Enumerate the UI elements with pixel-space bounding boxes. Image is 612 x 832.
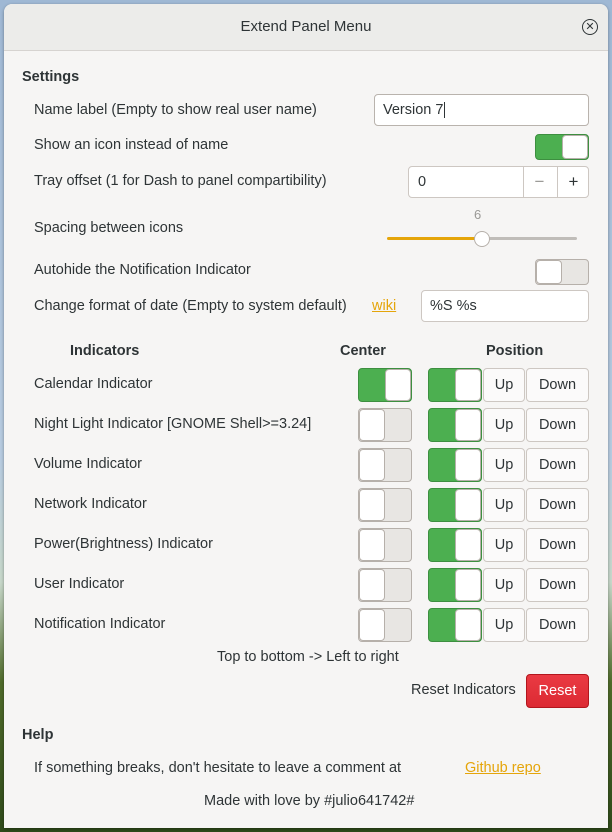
reset-button[interactable]: Reset bbox=[526, 674, 589, 708]
switch-knob bbox=[359, 409, 385, 441]
date-format-label: Change format of date (Empty to system d… bbox=[34, 298, 347, 314]
reset-indicators-label: Reset Indicators bbox=[411, 682, 516, 698]
close-icon[interactable]: ✕ bbox=[582, 19, 598, 35]
indicator-label: Volume Indicator bbox=[34, 456, 143, 472]
position-column-heading: Position bbox=[486, 343, 544, 359]
spacing-label: Spacing between icons bbox=[34, 220, 184, 236]
switch-knob bbox=[536, 260, 562, 284]
settings-heading: Settings bbox=[22, 69, 80, 85]
help-heading: Help bbox=[22, 727, 54, 743]
move-up-button[interactable]: Up bbox=[483, 408, 525, 442]
indicator-enable-switch[interactable] bbox=[428, 448, 482, 482]
switch-knob bbox=[455, 609, 481, 641]
indicator-enable-switch[interactable] bbox=[428, 408, 482, 442]
move-up-button[interactable]: Up bbox=[483, 528, 525, 562]
github-repo-link[interactable]: Github repo bbox=[465, 760, 541, 776]
indicator-enable-switch[interactable] bbox=[428, 568, 482, 602]
move-up-button[interactable]: Up bbox=[483, 368, 525, 402]
name-label-label: Name label (Empty to show real user name… bbox=[34, 102, 317, 118]
minus-icon[interactable]: − bbox=[523, 167, 555, 197]
tray-offset-value[interactable]: 0 bbox=[418, 174, 426, 190]
spacing-slider-fill bbox=[387, 237, 482, 240]
wiki-link[interactable]: wiki bbox=[372, 298, 396, 314]
spacing-slider-track[interactable] bbox=[482, 237, 577, 240]
indicator-enable-switch[interactable] bbox=[428, 528, 482, 562]
move-up-button[interactable]: Up bbox=[483, 608, 525, 642]
center-switch[interactable] bbox=[358, 488, 412, 522]
move-down-button[interactable]: Down bbox=[526, 608, 589, 642]
center-switch[interactable] bbox=[358, 528, 412, 562]
switch-knob bbox=[359, 449, 385, 481]
date-format-input[interactable]: %S %s bbox=[421, 290, 589, 322]
spacing-value: 6 bbox=[474, 207, 482, 222]
switch-knob bbox=[562, 135, 588, 159]
switch-knob bbox=[455, 409, 481, 441]
center-column-heading: Center bbox=[340, 343, 386, 359]
name-label-input-value: Version 7 bbox=[383, 102, 444, 118]
move-up-button[interactable]: Up bbox=[483, 488, 525, 522]
indicator-label: User Indicator bbox=[34, 576, 125, 592]
date-format-value: %S %s bbox=[430, 298, 477, 314]
switch-knob bbox=[455, 449, 481, 481]
center-switch[interactable] bbox=[358, 608, 412, 642]
titlebar: Extend Panel Menu ✕ bbox=[4, 4, 608, 51]
move-down-button[interactable]: Down bbox=[526, 568, 589, 602]
move-up-button[interactable]: Up bbox=[483, 568, 525, 602]
indicator-label: Power(Brightness) Indicator bbox=[34, 536, 213, 552]
move-down-button[interactable]: Down bbox=[526, 368, 589, 402]
footer-credit: Made with love by #julio641742# bbox=[204, 793, 415, 809]
center-switch[interactable] bbox=[358, 448, 412, 482]
help-text: If something breaks, don't hesitate to l… bbox=[34, 760, 402, 776]
move-down-button[interactable]: Down bbox=[526, 448, 589, 482]
show-icon-switch[interactable] bbox=[535, 134, 589, 160]
window-title: Extend Panel Menu bbox=[240, 18, 372, 35]
tray-offset-label: Tray offset (1 for Dash to panel compart… bbox=[34, 173, 327, 189]
indicator-enable-switch[interactable] bbox=[428, 368, 482, 402]
switch-knob bbox=[359, 609, 385, 641]
move-down-button[interactable]: Down bbox=[526, 408, 589, 442]
switch-knob bbox=[455, 569, 481, 601]
indicator-label: Notification Indicator bbox=[34, 616, 166, 632]
indicators-heading: Indicators bbox=[70, 343, 140, 359]
switch-knob bbox=[385, 369, 411, 401]
center-switch[interactable] bbox=[358, 368, 412, 402]
switch-knob bbox=[359, 569, 385, 601]
text-cursor bbox=[444, 102, 446, 118]
plus-icon[interactable]: + bbox=[557, 167, 589, 197]
tray-offset-spinbutton: 0 − + bbox=[408, 166, 589, 198]
switch-knob bbox=[359, 529, 385, 561]
switch-knob bbox=[455, 529, 481, 561]
dialog-window: Extend Panel Menu ✕ Settings Name label … bbox=[4, 4, 608, 828]
move-up-button[interactable]: Up bbox=[483, 448, 525, 482]
order-note: Top to bottom -> Left to right bbox=[217, 649, 399, 665]
show-icon-label: Show an icon instead of name bbox=[34, 137, 229, 153]
switch-knob bbox=[359, 489, 385, 521]
indicator-enable-switch[interactable] bbox=[428, 608, 482, 642]
move-down-button[interactable]: Down bbox=[526, 488, 589, 522]
indicator-label: Night Light Indicator [GNOME Shell>=3.24… bbox=[34, 416, 312, 432]
indicator-label: Calendar Indicator bbox=[34, 376, 153, 392]
center-switch[interactable] bbox=[358, 568, 412, 602]
indicator-label: Network Indicator bbox=[34, 496, 147, 512]
autohide-switch[interactable] bbox=[535, 259, 589, 285]
move-down-button[interactable]: Down bbox=[526, 528, 589, 562]
switch-knob bbox=[455, 489, 481, 521]
switch-knob bbox=[455, 369, 481, 401]
spacing-slider-handle[interactable] bbox=[474, 231, 490, 247]
center-switch[interactable] bbox=[358, 408, 412, 442]
indicator-enable-switch[interactable] bbox=[428, 488, 482, 522]
name-label-input[interactable]: Version 7 bbox=[374, 94, 589, 126]
autohide-label: Autohide the Notification Indicator bbox=[34, 262, 251, 278]
